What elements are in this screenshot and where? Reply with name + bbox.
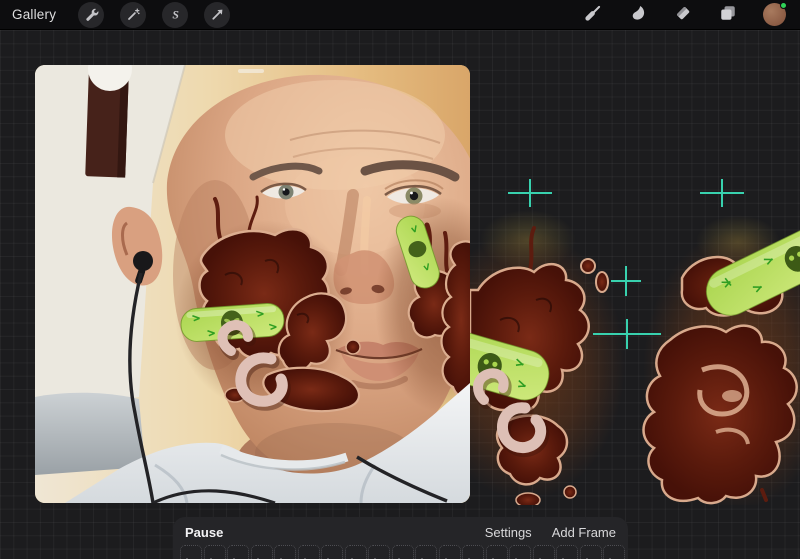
color-swatch	[763, 2, 787, 26]
color-button[interactable]	[763, 2, 787, 26]
toolbar-right-group	[583, 2, 800, 26]
timeline-frame[interactable]	[415, 545, 437, 559]
timeline-frame[interactable]	[509, 545, 531, 559]
timeline-frame[interactable]	[227, 545, 249, 559]
timeline-frame[interactable]	[603, 545, 625, 559]
timeline-frame[interactable]	[579, 545, 602, 559]
smudge-button[interactable]	[628, 3, 648, 26]
snap-crosshair	[508, 179, 552, 207]
selection-button[interactable]: S	[162, 1, 189, 28]
add-frame-button[interactable]: Add Frame	[552, 525, 616, 540]
toolbar-left-group: Gallery S	[0, 1, 231, 28]
eraser-icon	[673, 3, 693, 26]
color-changed-badge	[780, 2, 787, 9]
animation-timeline: Pause Settings Add Frame	[173, 517, 628, 559]
svg-text:S: S	[172, 8, 179, 21]
timeline-frame[interactable]	[556, 545, 578, 559]
timeline-frame[interactable]	[344, 545, 367, 559]
pause-button[interactable]: Pause	[185, 525, 223, 540]
procreate-window: Gallery S Pause Settings Add Frame	[0, 0, 800, 559]
timeline-frames	[173, 540, 628, 559]
erase-button[interactable]	[673, 3, 693, 26]
layers-icon	[718, 3, 738, 26]
actions-button[interactable]	[78, 1, 105, 28]
layers-button[interactable]	[718, 3, 738, 26]
face-paint-camera-preview[interactable]	[35, 65, 470, 503]
timeline-header: Pause Settings Add Frame	[173, 517, 628, 540]
brush-icon	[583, 3, 603, 26]
smudge-icon	[628, 3, 648, 26]
timeline-frame[interactable]	[321, 545, 343, 559]
canvas-area[interactable]: Pause Settings Add Frame	[0, 30, 800, 559]
selection-s-icon: S	[168, 7, 183, 22]
snap-crosshair	[700, 179, 744, 207]
preview-grabber[interactable]	[238, 69, 264, 73]
timeline-frame[interactable]	[462, 545, 484, 559]
transform-button[interactable]	[204, 1, 231, 28]
timeline-frame[interactable]	[180, 545, 202, 559]
arrow-cursor-icon	[210, 7, 225, 22]
magic-wand-icon	[126, 7, 141, 22]
timeline-frame[interactable]	[203, 545, 226, 559]
adjustments-button[interactable]	[120, 1, 147, 28]
timeline-frame[interactable]	[297, 545, 320, 559]
snap-crosshair	[593, 319, 661, 349]
timeline-settings-button[interactable]: Settings	[485, 525, 532, 540]
timeline-frame[interactable]	[391, 545, 414, 559]
gallery-button[interactable]: Gallery	[12, 7, 56, 22]
timeline-frame[interactable]	[532, 545, 555, 559]
snap-crosshair	[611, 266, 641, 296]
timeline-frame[interactable]	[438, 545, 461, 559]
top-toolbar: Gallery S	[0, 0, 800, 30]
timeline-frame[interactable]	[485, 545, 508, 559]
paint-button[interactable]	[583, 3, 603, 26]
wrench-icon	[84, 7, 99, 22]
timeline-frame[interactable]	[250, 545, 273, 559]
timeline-frame[interactable]	[368, 545, 390, 559]
timeline-frame[interactable]	[274, 545, 296, 559]
